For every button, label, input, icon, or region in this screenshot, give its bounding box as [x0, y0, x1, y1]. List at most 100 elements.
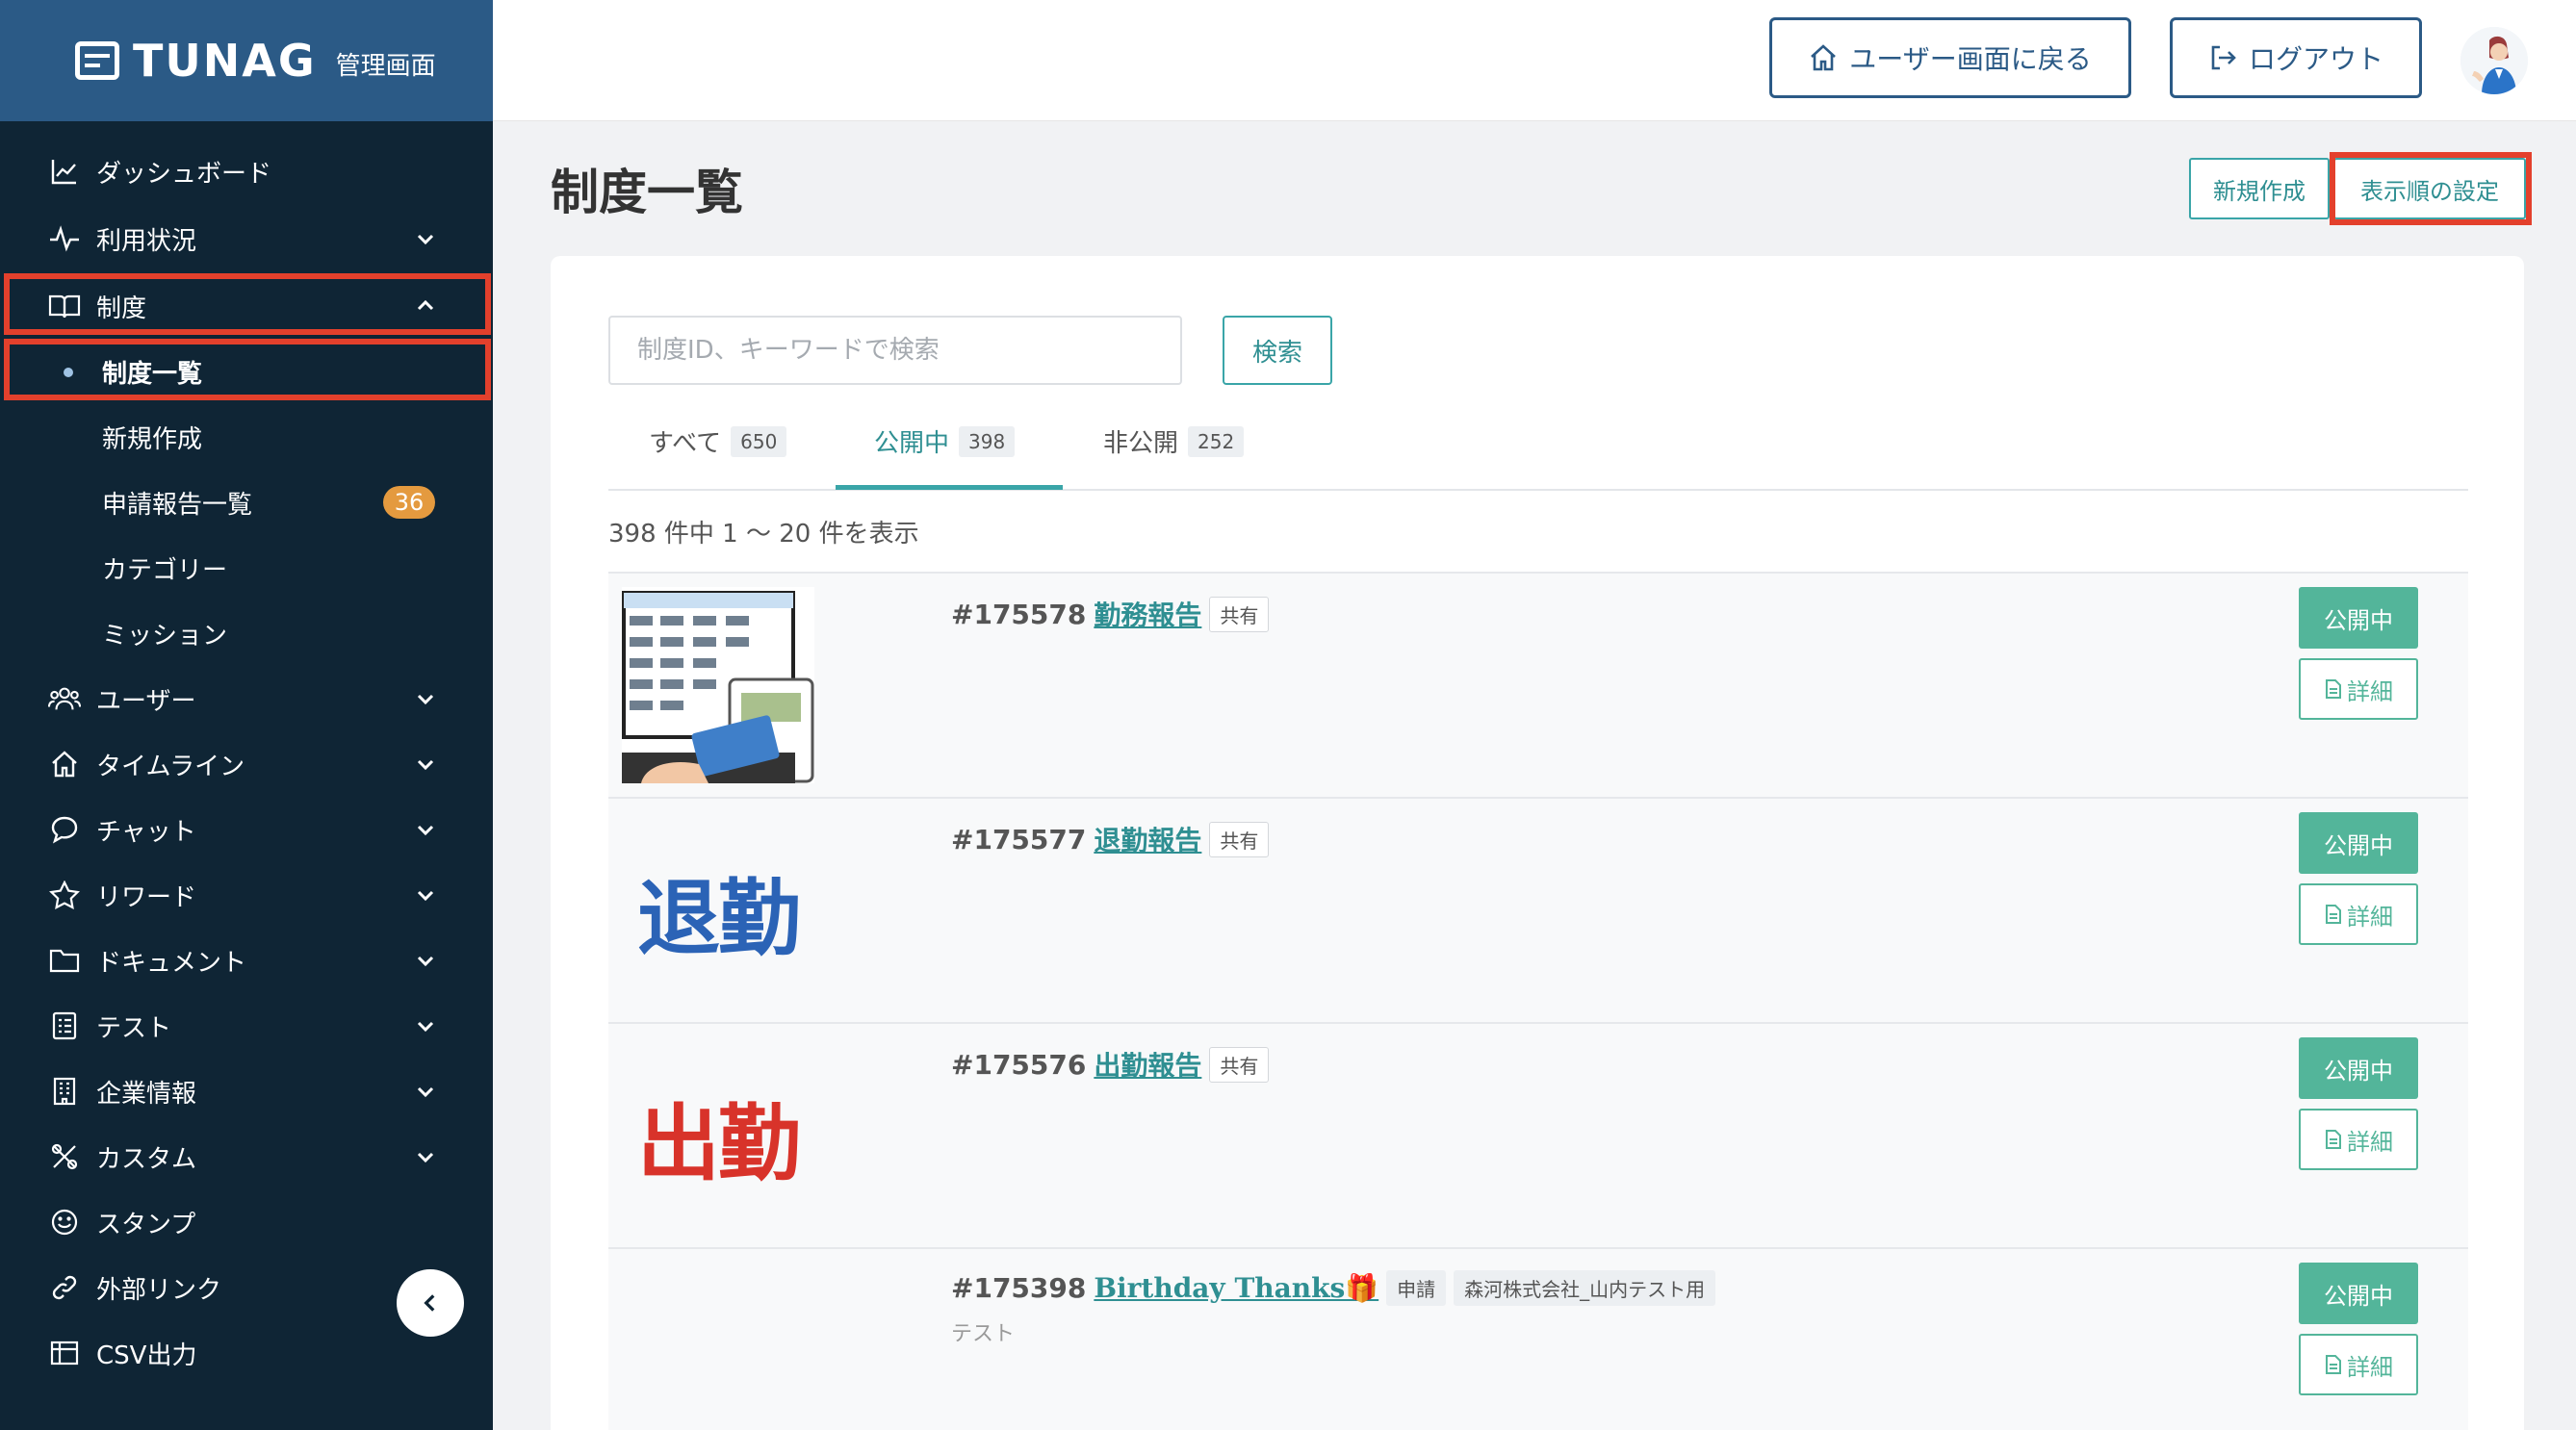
detail-button[interactable]: 詳細 — [2299, 883, 2418, 945]
detail-button[interactable]: 詳細 — [2299, 1109, 2418, 1170]
tab-private[interactable]: 非公開 252 — [1103, 423, 1245, 459]
brand-subtitle: 管理画面 — [335, 51, 436, 81]
sidebar-item-usage[interactable]: 利用状況 — [0, 206, 493, 271]
tab-published[interactable]: 公開中 398 — [874, 423, 1016, 459]
row-description: テスト — [951, 1322, 1016, 1346]
tab-count: 398 — [959, 425, 1016, 457]
row-name-link[interactable]: Birthday Thanks🎁 — [1094, 1272, 1378, 1304]
avatar[interactable] — [2460, 27, 2528, 94]
file-icon — [2326, 905, 2341, 924]
sidebar: TUNAG 管理画面 ダッシュボード 利用状況 制度 制度一覧 新規作成 申請報… — [0, 0, 493, 1430]
tab-all[interactable]: すべて 650 — [649, 423, 787, 459]
detail-button[interactable]: 詳細 — [2299, 658, 2418, 720]
display-order-button[interactable]: 表示順の設定 — [2333, 158, 2526, 219]
table-row: 出勤 #175576 出勤報告 共有 公開中 詳細 — [608, 1022, 2468, 1247]
table-row: 退勤 #175577 退勤報告 共有 公開中 詳細 — [608, 797, 2468, 1022]
file-icon — [2326, 679, 2341, 699]
logout-button[interactable]: ログアウト — [2170, 17, 2422, 98]
building-icon — [48, 1075, 81, 1108]
sidebar-item-company[interactable]: 企業情報 — [0, 1059, 493, 1124]
sidebar-item-test[interactable]: テスト — [0, 993, 493, 1059]
brand-name: TUNAG — [133, 35, 317, 87]
checklist-icon — [48, 1009, 81, 1042]
new-button[interactable]: 新規作成 — [2189, 158, 2330, 219]
row-tag: 森河株式会社_山内テスト用 — [1454, 1270, 1716, 1306]
row-title: #175576 出勤報告 共有 — [951, 1045, 1270, 1084]
book-icon — [48, 290, 81, 322]
row-tag: 共有 — [1209, 1046, 1270, 1083]
table-icon — [48, 1337, 81, 1369]
row-thumbnail — [622, 587, 814, 783]
tab-count: 252 — [1188, 425, 1245, 457]
chevron-left-icon — [424, 1294, 435, 1312]
folder-icon — [48, 944, 81, 977]
row-thumbnail: 退勤 — [622, 812, 814, 1009]
chevron-down-icon — [417, 1021, 434, 1033]
chevron-down-icon — [417, 694, 434, 705]
status-badge[interactable]: 公開中 — [2299, 1263, 2418, 1324]
sidebar-item-seido[interactable]: 制度 — [0, 273, 493, 339]
chart-line-icon — [48, 155, 81, 188]
smile-icon — [48, 1206, 81, 1238]
home-icon — [1811, 44, 1837, 71]
sidebar-subitem-new[interactable]: 新規作成 — [0, 404, 493, 470]
row-title: #175577 退勤報告 共有 — [951, 820, 1270, 858]
search-button[interactable]: 検索 — [1223, 316, 1332, 385]
result-count: 398 件中 1 〜 20 件を表示 — [608, 520, 919, 549]
chevron-down-icon — [417, 956, 434, 967]
row-title: #175578 勤務報告 共有 — [951, 595, 1270, 633]
request-count-badge: 36 — [383, 486, 435, 519]
user-avatar-icon — [2460, 27, 2528, 94]
sidebar-item-timeline[interactable]: タイムライン — [0, 731, 493, 797]
chevron-down-icon — [417, 759, 434, 771]
file-icon — [2326, 1355, 2341, 1374]
chat-bubble-icon — [48, 813, 81, 846]
sidebar-item-users[interactable]: ユーザー — [0, 666, 493, 731]
timecard-illustration-icon — [622, 591, 814, 783]
chevron-up-icon — [417, 299, 434, 311]
status-badge[interactable]: 公開中 — [2299, 1037, 2418, 1099]
brand-header[interactable]: TUNAG 管理画面 — [0, 0, 493, 121]
active-dot — [64, 368, 73, 377]
detail-button[interactable]: 詳細 — [2299, 1334, 2418, 1395]
file-icon — [2326, 1130, 2341, 1149]
sidebar-subitem-mission[interactable]: ミッション — [0, 600, 493, 666]
chevron-down-icon — [417, 825, 434, 836]
users-icon — [48, 682, 81, 715]
sidebar-item-custom[interactable]: カスタム — [0, 1124, 493, 1189]
status-badge[interactable]: 公開中 — [2299, 812, 2418, 874]
row-name-link[interactable]: 退勤報告 — [1094, 820, 1201, 858]
row-tag: 申請 — [1386, 1270, 1447, 1306]
row-tag: 共有 — [1209, 821, 1270, 857]
activity-icon — [48, 222, 81, 255]
sidebar-item-document[interactable]: ドキュメント — [0, 928, 493, 993]
sidebar-item-chat[interactable]: チャット — [0, 797, 493, 862]
sidebar-item-dashboard[interactable]: ダッシュボード — [0, 139, 493, 204]
sidebar-collapse-button[interactable] — [397, 1269, 464, 1337]
row-name-link[interactable]: 出勤報告 — [1094, 1045, 1201, 1084]
status-badge[interactable]: 公開中 — [2299, 587, 2418, 649]
active-tab-indicator — [836, 485, 1063, 490]
sidebar-subitem-seido-list[interactable]: 制度一覧 — [0, 339, 493, 404]
sidebar-item-reward[interactable]: リワード — [0, 862, 493, 928]
sidebar-subitem-category[interactable]: カテゴリー — [0, 535, 493, 600]
table-row: #175398 Birthday Thanks🎁 申請 森河株式会社_山内テスト… — [608, 1247, 2468, 1430]
tools-icon — [48, 1140, 81, 1173]
chevron-down-icon — [417, 1152, 434, 1163]
row-thumbnail: 出勤 — [622, 1037, 814, 1234]
sidebar-subitem-requests[interactable]: 申請報告一覧 36 — [0, 470, 493, 535]
back-to-user-screen-button[interactable]: ユーザー画面に戻る — [1769, 17, 2131, 98]
table-row: #175578 勤務報告 共有 公開中 詳細 — [608, 572, 2468, 797]
row-name-link[interactable]: 勤務報告 — [1094, 595, 1201, 633]
star-icon — [48, 879, 81, 911]
sidebar-item-stamp[interactable]: スタンプ — [0, 1189, 493, 1255]
search-input[interactable] — [608, 316, 1182, 385]
logout-icon — [2211, 45, 2236, 70]
home-icon — [48, 748, 81, 780]
row-title: #175398 Birthday Thanks🎁 申請 森河株式会社_山内テスト… — [951, 1270, 1716, 1306]
chevron-down-icon — [417, 1086, 434, 1098]
chevron-down-icon — [417, 234, 434, 245]
chevron-down-icon — [417, 890, 434, 902]
link-icon — [48, 1271, 81, 1304]
tunag-logo-icon — [75, 41, 119, 80]
